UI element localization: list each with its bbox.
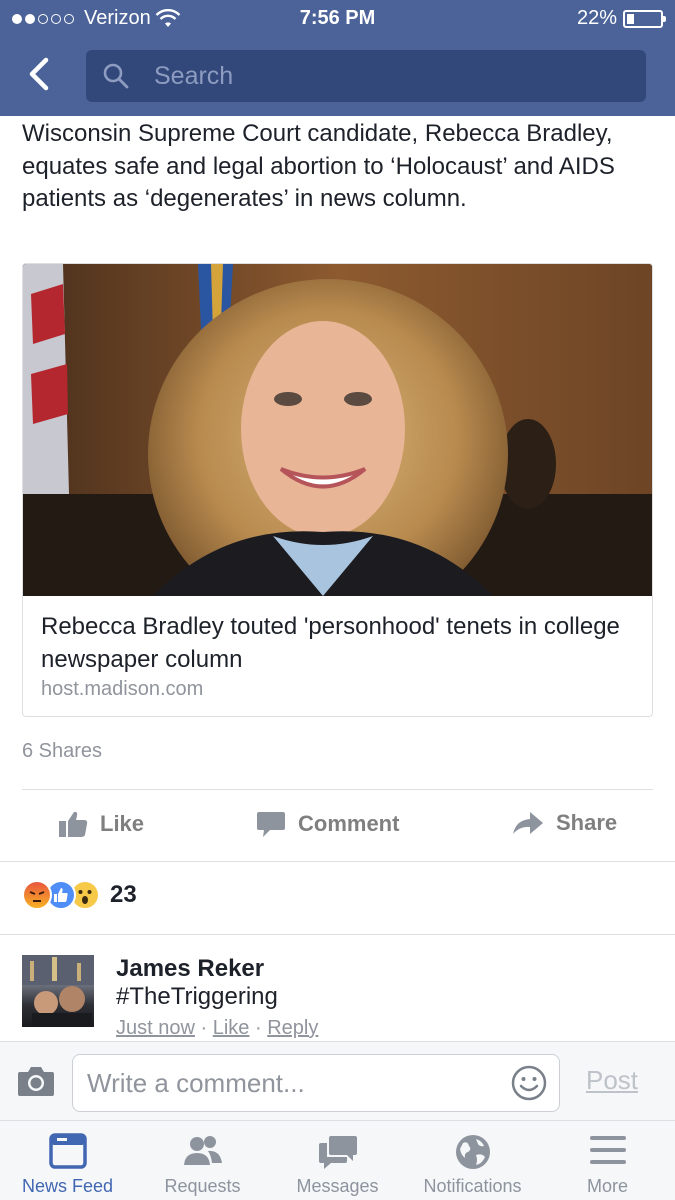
comment-author[interactable]: James Reker bbox=[116, 955, 264, 983]
angry-reaction-icon bbox=[22, 880, 52, 910]
link-title[interactable]: Rebecca Bradley touted 'personhood' tene… bbox=[41, 610, 641, 676]
tab-news-feed[interactable]: News Feed bbox=[0, 1121, 135, 1200]
like-button[interactable]: Like bbox=[58, 810, 144, 838]
tab-messages[interactable]: Messages bbox=[270, 1121, 405, 1200]
link-domain: host.madison.com bbox=[41, 678, 204, 700]
emoji-icon[interactable] bbox=[511, 1065, 547, 1101]
comment-placeholder: Write a comment... bbox=[87, 1068, 305, 1098]
link-preview-image bbox=[23, 264, 652, 596]
requests-icon bbox=[183, 1136, 222, 1165]
reactions-count: 23 bbox=[110, 881, 137, 908]
comment-input[interactable]: Write a comment... bbox=[72, 1054, 560, 1112]
comment-item: James Reker #TheTriggering Just now · Li… bbox=[22, 955, 662, 1040]
battery-icon bbox=[623, 9, 666, 28]
battery-percent: 22% bbox=[576, 7, 617, 29]
camera-icon[interactable] bbox=[16, 1064, 56, 1098]
globe-icon bbox=[455, 1135, 490, 1169]
comment-button[interactable]: Comment bbox=[256, 810, 399, 838]
comment-composer: Write a comment... Post bbox=[0, 1041, 675, 1120]
tab-label: Messages bbox=[296, 1176, 379, 1196]
search-icon bbox=[103, 63, 129, 89]
nav-bar: Search bbox=[0, 38, 675, 116]
reactions-summary[interactable]: 23 bbox=[22, 880, 137, 910]
tab-notifications[interactable]: Notifications bbox=[405, 1121, 540, 1200]
messages-icon bbox=[318, 1136, 357, 1169]
thumbs-up-icon bbox=[59, 811, 88, 837]
battery-status: 22% bbox=[576, 7, 666, 30]
like-label: Like bbox=[100, 811, 145, 836]
divider bbox=[0, 934, 675, 935]
menu-icon bbox=[589, 1136, 626, 1164]
share-arrow-icon bbox=[513, 812, 543, 834]
comment-reply-link[interactable]: Reply bbox=[267, 1017, 318, 1039]
post-text: Wisconsin Supreme Court candidate, Rebec… bbox=[22, 120, 615, 212]
news-feed-icon bbox=[48, 1133, 87, 1169]
share-label: Share bbox=[556, 810, 618, 835]
comment-like-link[interactable]: Like bbox=[213, 1017, 250, 1039]
post-button[interactable]: Post bbox=[586, 1065, 638, 1096]
tab-label: Requests bbox=[164, 1176, 241, 1196]
tab-bar: News Feed Requests Messages Notification… bbox=[0, 1120, 675, 1200]
comment-label: Comment bbox=[298, 811, 400, 836]
status-time: 7:56 PM bbox=[299, 7, 376, 29]
shares-count[interactable]: 6 Shares bbox=[22, 740, 102, 763]
share-button[interactable]: Share bbox=[512, 810, 617, 836]
meta-separator: · bbox=[255, 1017, 262, 1039]
tab-label: More bbox=[586, 1176, 628, 1196]
comment-text: #TheTriggering bbox=[116, 983, 278, 1010]
tab-more[interactable]: More bbox=[540, 1121, 675, 1200]
tab-label: News Feed bbox=[21, 1176, 114, 1196]
comment-icon bbox=[257, 812, 285, 837]
post-actions: Like Comment Share bbox=[0, 790, 675, 860]
link-preview-card[interactable]: Rebecca Bradley touted 'personhood' tene… bbox=[22, 263, 653, 717]
divider bbox=[0, 861, 675, 862]
comment-meta: Just now · Like · Reply bbox=[116, 1017, 318, 1040]
meta-separator: · bbox=[200, 1017, 208, 1039]
commenter-avatar[interactable] bbox=[22, 955, 94, 1027]
back-arrow-icon[interactable] bbox=[22, 54, 62, 94]
tab-label: Notifications bbox=[423, 1176, 522, 1196]
tab-requests[interactable]: Requests bbox=[135, 1121, 270, 1200]
search-placeholder: Search bbox=[154, 61, 234, 90]
comment-time[interactable]: Just now bbox=[116, 1017, 195, 1039]
search-field[interactable]: Search bbox=[86, 50, 646, 102]
status-bar: Verizon 7:56 PM 22% bbox=[0, 0, 675, 38]
